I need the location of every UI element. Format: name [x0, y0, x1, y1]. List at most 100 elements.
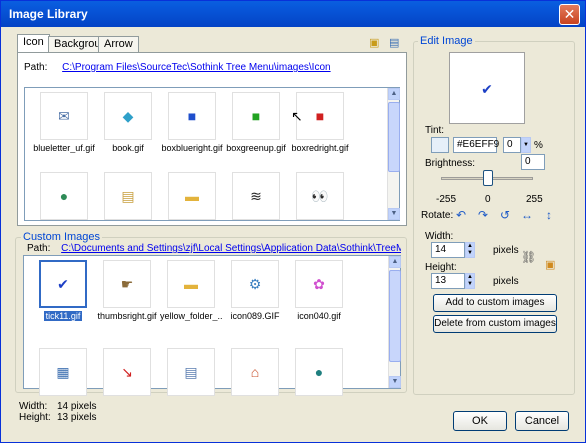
open-folder-icon[interactable]: ▤ [389, 36, 399, 49]
custom-item[interactable]: ✔ tick11.gif [32, 260, 94, 324]
user-doc-icon: ▦ [39, 348, 87, 396]
tint-percent-input[interactable]: 0 [503, 137, 521, 153]
library-path-label: Path: [24, 62, 48, 73]
percent-sign: % [534, 140, 543, 151]
book-icon: ◆ [104, 92, 152, 140]
library-item[interactable]: ▤ [97, 172, 159, 220]
custom-item[interactable]: ▦ [32, 348, 94, 396]
custom-scrollbar[interactable]: ▲ ▼ [388, 256, 401, 388]
delete-from-custom-images-button[interactable]: Delete from custom images [433, 315, 557, 333]
fit-size-icon[interactable]: ▣ [545, 258, 555, 271]
custom-item[interactable]: ▬ yellow_folder_... [160, 260, 222, 321]
library-item[interactable]: ◆ book.gif [97, 92, 159, 153]
scroll-up-arrow-icon[interactable]: ▲ [389, 256, 401, 268]
custom-path-link[interactable]: C:\Documents and Settings\zjf\Local Sett… [61, 243, 401, 254]
height-input[interactable]: 13 [431, 273, 465, 289]
width-spinner-icon[interactable]: ▲ ▼ [465, 242, 475, 258]
notepad-icon: ▤ [167, 348, 215, 396]
custom-item-label: thumbsright.gif [97, 311, 157, 321]
brightness-input[interactable]: 0 [521, 154, 545, 170]
custom-item[interactable]: ✿ icon040.gif [288, 260, 350, 321]
custom-item-label: icon040.gif [297, 311, 341, 321]
new-folder-icon[interactable]: ▣ [369, 36, 379, 49]
envelope-icon: ✉ [40, 92, 88, 140]
custom-path-row: Path: C:\Documents and Settings\zjf\Loca… [27, 243, 401, 254]
box-blue-icon: ■ [168, 92, 216, 140]
library-item-label: boxblueright.gif [161, 143, 223, 153]
height-unit-label: pixels [493, 276, 519, 287]
status-width-label: Width: [19, 401, 48, 412]
custom-item[interactable]: ⌂ [224, 348, 286, 396]
library-item[interactable]: 👀 [289, 172, 351, 220]
close-button[interactable]: ✕ [559, 4, 580, 25]
custom-item[interactable]: ● [288, 348, 350, 396]
tab-icon[interactable]: Icon [17, 34, 50, 52]
library-item[interactable]: ≋ [225, 172, 287, 220]
box-red-icon: ■ [296, 92, 344, 140]
globe-icon: ● [40, 172, 88, 220]
library-path-row: Path: C:\Program Files\SourceTec\Sothink… [24, 62, 331, 73]
custom-item-label: icon089.GIF [230, 311, 280, 321]
title-bar[interactable]: Image Library ✕ [1, 1, 585, 27]
library-item-label: boxgreenup.gif [226, 143, 286, 153]
library-item-label: blueletter_uf.gif [33, 143, 95, 153]
tab-arrow[interactable]: Arrow [98, 36, 139, 52]
status-width-value: 14 pixels [57, 401, 97, 412]
library-item[interactable]: ■ boxblueright.gif [161, 92, 223, 153]
rotate-right-icon[interactable]: ↷ [476, 208, 490, 222]
scribble-icon: ≋ [232, 172, 280, 220]
scroll-thumb[interactable] [389, 270, 401, 362]
height-spinner-icon[interactable]: ▲ ▼ [465, 273, 475, 289]
cancel-button[interactable]: Cancel [515, 411, 569, 431]
custom-item[interactable]: ☛ thumbsright.gif [96, 260, 158, 321]
rotate-left-icon[interactable]: ↶ [454, 208, 468, 222]
scroll-down-arrow-icon[interactable]: ▼ [388, 208, 400, 220]
scroll-thumb[interactable] [388, 102, 400, 172]
scroll-up-arrow-icon[interactable]: ▲ [388, 88, 400, 100]
document-icon: ▤ [104, 172, 152, 220]
yellow-folder-icon: ▬ [167, 260, 215, 308]
scroll-down-arrow-icon[interactable]: ▼ [389, 376, 401, 388]
library-item[interactable]: ▬ [161, 172, 223, 220]
aspect-lock-chain-icon[interactable]: ⛓ [521, 250, 536, 264]
status-height-label: Height: [19, 412, 51, 423]
image-preview: ✔ [449, 52, 525, 124]
library-item[interactable]: ■ boxgreenup.gif [225, 92, 287, 153]
brightness-slider-thumb[interactable] [483, 170, 493, 186]
ok-button[interactable]: OK [453, 411, 507, 431]
brightness-tick-max: 255 [526, 194, 543, 205]
library-item[interactable]: ✉ blueletter_uf.gif [33, 92, 95, 153]
custom-item[interactable]: ⚙ icon089.GIF [224, 260, 286, 321]
library-path-link[interactable]: C:\Program Files\SourceTec\Sothink Tree … [62, 62, 330, 73]
image-library-dialog: Image Library ✕ Icon Background Arrow ▣ … [0, 0, 586, 443]
width-label: Width: [425, 231, 454, 242]
custom-item-label: yellow_folder_... [160, 311, 222, 321]
library-item-label: boxredright.gif [291, 143, 349, 153]
gear-icon: ⚙ [231, 260, 279, 308]
add-to-custom-images-button[interactable]: Add to custom images [433, 294, 557, 312]
status-height-value: 13 pixels [57, 412, 97, 423]
brightness-tick-min: -255 [436, 194, 457, 205]
width-input[interactable]: 14 [431, 242, 465, 258]
tint-color-input[interactable]: #E6EFF9 [453, 137, 499, 153]
library-scrollbar[interactable]: ▲ ▼ [387, 88, 400, 220]
library-item[interactable]: ● [33, 172, 95, 220]
custom-item-label: tick11.gif [43, 311, 83, 321]
icon-tab-panel: Path: C:\Program Files\SourceTec\Sothink… [17, 52, 407, 226]
window-title: Image Library [9, 7, 88, 21]
flip-vertical-icon[interactable]: ↕ [542, 208, 556, 222]
eyes-icon: 👀 [296, 172, 344, 220]
tint-color-swatch[interactable] [431, 137, 449, 153]
flip-horizontal-icon[interactable]: ↔ [520, 208, 534, 222]
custom-path-label: Path: [27, 243, 51, 254]
rotate-ccw-icon[interactable]: ↺ [498, 208, 512, 222]
width-unit-label: pixels [493, 245, 519, 256]
custom-item[interactable]: ↘ [96, 348, 158, 396]
brightness-tick-mid: 0 [485, 194, 491, 205]
brightness-label: Brightness: [425, 158, 476, 169]
tint-dropdown-arrow-icon[interactable]: ▼ [521, 137, 531, 153]
custom-item[interactable]: ▤ [160, 348, 222, 396]
custom-images-label: Custom Images [21, 231, 103, 243]
custom-image-grid: ✔ tick11.gif ☛ thumbsright.gif ▬ yellow_… [23, 255, 401, 396]
house-icon: ⌂ [231, 348, 279, 396]
